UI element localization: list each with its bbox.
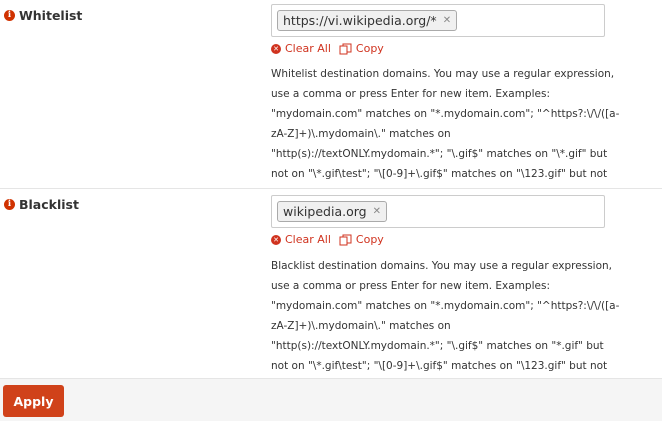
blacklist-copy-label: Copy: [355, 233, 384, 246]
blacklist-description: Blacklist destination domains. You may u…: [271, 260, 620, 392]
blacklist-copy-button[interactable]: Copy: [339, 233, 384, 246]
blacklist-clear-all-button[interactable]: ✕ Clear All: [271, 233, 331, 246]
whitelist-section: i Whitelist https://vi.wikipedia.org/* ✕…: [0, 0, 662, 200]
whitelist-label-text: Whitelist: [19, 8, 83, 23]
whitelist-input[interactable]: https://vi.wikipedia.org/* ✕: [271, 4, 605, 37]
whitelist-tag: https://vi.wikipedia.org/* ✕: [277, 10, 458, 31]
whitelist-label: i Whitelist: [4, 8, 82, 23]
blacklist-clear-all-label: Clear All: [285, 233, 331, 246]
copy-icon: [339, 234, 352, 245]
whitelist-clear-all-button[interactable]: ✕ Clear All: [271, 42, 331, 55]
whitelist-description: Whitelist destination domains. You may u…: [271, 68, 620, 200]
whitelist-tag-text: https://vi.wikipedia.org/*: [283, 13, 437, 28]
whitelist-actions: ✕ Clear All Copy: [271, 42, 392, 55]
info-icon[interactable]: i: [4, 10, 15, 21]
copy-icon: [339, 43, 352, 54]
whitelist-copy-label: Copy: [355, 42, 384, 55]
blacklist-tag: wikipedia.org ✕: [277, 201, 387, 222]
apply-bar: Apply: [0, 378, 662, 421]
whitelist-copy-button[interactable]: Copy: [339, 42, 384, 55]
blacklist-section: i Blacklist wikipedia.org ✕ ✕ Clear All …: [0, 188, 662, 392]
times-circle-icon: ✕: [271, 43, 281, 54]
tag-remove-icon[interactable]: ✕: [443, 15, 451, 26]
tag-remove-icon[interactable]: ✕: [373, 206, 381, 217]
blacklist-label-text: Blacklist: [19, 197, 79, 212]
apply-button[interactable]: Apply: [3, 385, 64, 417]
times-circle-icon: ✕: [271, 234, 281, 245]
blacklist-label: i Blacklist: [4, 197, 79, 212]
blacklist-tag-text: wikipedia.org: [283, 204, 367, 219]
blacklist-input[interactable]: wikipedia.org ✕: [271, 195, 605, 228]
info-icon[interactable]: i: [4, 199, 15, 210]
blacklist-actions: ✕ Clear All Copy: [271, 233, 392, 246]
whitelist-clear-all-label: Clear All: [285, 42, 331, 55]
